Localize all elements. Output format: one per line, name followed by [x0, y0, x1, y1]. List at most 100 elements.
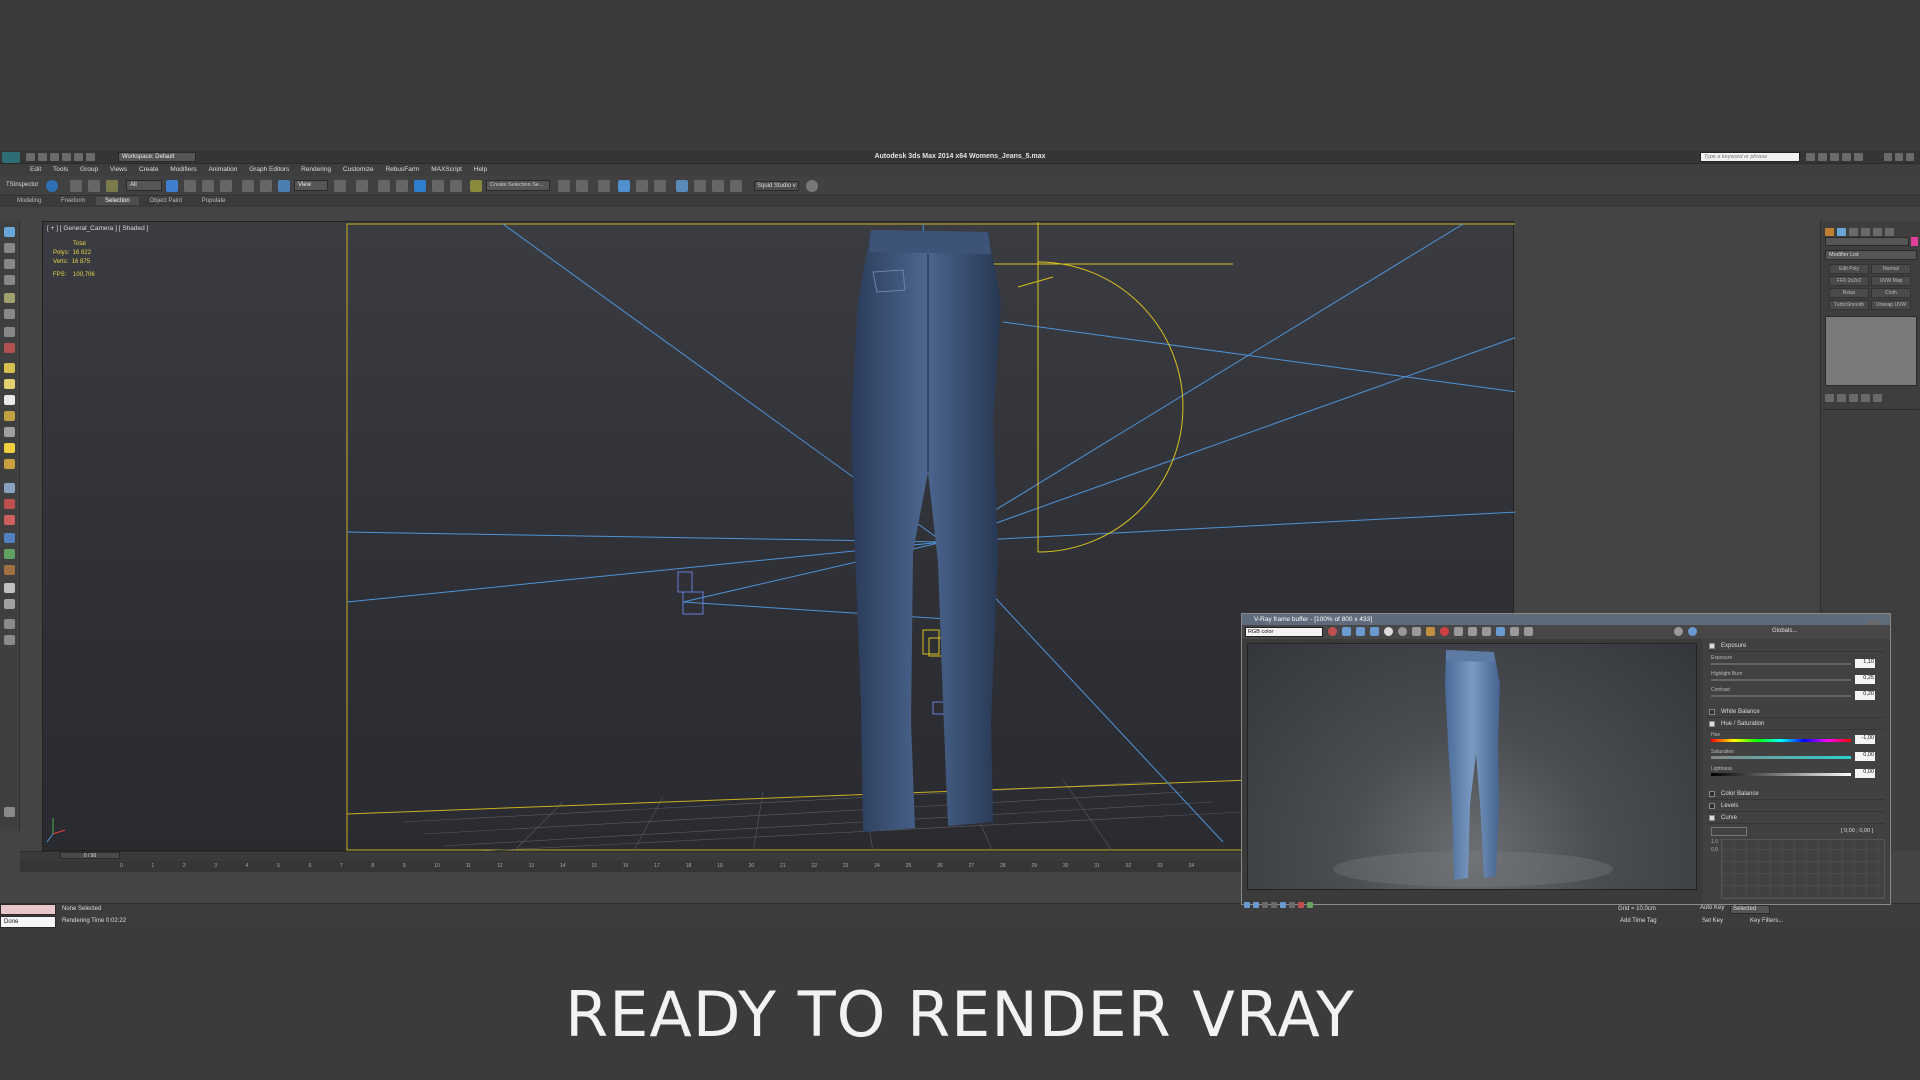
display-tab-icon[interactable] [1873, 228, 1882, 236]
modifier-turbosmooth-button[interactable]: TurboSmooth [1829, 300, 1869, 310]
tab-selection[interactable]: Selection [96, 197, 139, 205]
favorites-icon[interactable] [1842, 153, 1851, 161]
menu-modifiers[interactable]: Modifiers [170, 164, 196, 173]
align-icon[interactable] [576, 180, 588, 192]
save-image-icon[interactable] [1398, 627, 1407, 636]
select-object-icon[interactable] [166, 180, 178, 192]
vfb-balance-icon[interactable] [1307, 902, 1313, 908]
tab-modeling[interactable]: Modeling [8, 197, 50, 205]
white-balance-section[interactable]: White Balance [1707, 707, 1885, 718]
minimize-icon[interactable] [1884, 153, 1892, 161]
set-key-button[interactable]: Set Key [1702, 918, 1723, 924]
pixel-info-icon[interactable] [1510, 627, 1519, 636]
menu-rebusfarm[interactable]: RebusFarm [385, 164, 419, 173]
pyramid-icon[interactable] [4, 427, 15, 437]
search-icon[interactable] [1806, 153, 1815, 161]
menu-graph-editors[interactable]: Graph Editors [249, 164, 289, 173]
grid-icon[interactable] [4, 599, 15, 609]
modifier-normal-button[interactable]: Normal [1871, 264, 1911, 274]
green-channel-icon[interactable] [1342, 627, 1351, 636]
load-image-icon[interactable] [1412, 627, 1421, 636]
camera-icon[interactable] [4, 583, 15, 593]
show-end-result-icon[interactable] [1837, 394, 1846, 402]
curve-tools[interactable] [1711, 827, 1747, 836]
tab-populate[interactable]: Populate [193, 197, 235, 205]
refresh-icon[interactable] [806, 180, 818, 192]
teapot-icon[interactable] [4, 459, 15, 469]
pin-stack-icon[interactable] [1825, 394, 1834, 402]
modifier-stack[interactable] [1825, 316, 1917, 386]
eye-icon[interactable] [1688, 627, 1697, 636]
lens-effects-icon[interactable] [1496, 627, 1505, 636]
link-icon[interactable] [70, 180, 82, 192]
color-balance-section[interactable]: Color Balance [1707, 789, 1885, 800]
make-unique-icon[interactable] [1849, 394, 1858, 402]
display-icon[interactable] [4, 293, 15, 303]
hierarchy-tab-icon[interactable] [1849, 228, 1858, 236]
compare-icon[interactable] [1524, 627, 1533, 636]
modifier-ffd-button[interactable]: FFD 2x2x2 [1829, 276, 1869, 286]
menu-group[interactable]: Group [80, 164, 98, 173]
remove-modifier-icon[interactable] [1861, 394, 1870, 402]
vfb-curves-icon[interactable] [1280, 902, 1286, 908]
clear-image-icon[interactable] [1482, 627, 1491, 636]
modifier-relax-button[interactable]: Relax [1829, 288, 1869, 298]
help-circle-icon[interactable] [4, 635, 15, 645]
levels-section[interactable]: Levels [1707, 801, 1885, 812]
maxscript-listener-field[interactable] [0, 904, 56, 915]
scale-icon[interactable] [278, 180, 290, 192]
move-icon[interactable] [242, 180, 254, 192]
snaps-toggle-icon[interactable] [396, 180, 408, 192]
highlight-burn-slider[interactable] [1711, 679, 1851, 681]
curve-graph[interactable] [1721, 839, 1885, 899]
create-tab-icon[interactable] [1825, 228, 1834, 236]
modifier-edit-poly-button[interactable]: Edit Poly [1829, 264, 1869, 274]
hue-value[interactable]: -1,00 [1855, 735, 1875, 744]
mono-icon[interactable] [1384, 627, 1393, 636]
light-icon[interactable] [4, 443, 15, 453]
reference-coord-dropdown[interactable]: View [294, 180, 328, 191]
modifier-cloth-button[interactable]: Cloth [1871, 288, 1911, 298]
sphere-icon[interactable] [4, 343, 15, 353]
menu-create[interactable]: Create [139, 164, 159, 173]
render-dot-icon[interactable] [1440, 627, 1449, 636]
auto-key-button[interactable]: Auto Key [1700, 905, 1724, 911]
utilities-icon[interactable] [4, 309, 15, 319]
named-selection-dropdown[interactable]: Create Selection Se... [486, 180, 550, 191]
helper-icon[interactable] [4, 499, 15, 509]
edit-named-selection-icon[interactable] [470, 180, 482, 192]
lightness-slider[interactable] [1711, 773, 1851, 776]
expand-arrow-icon[interactable] [4, 807, 15, 817]
communication-icon[interactable] [1830, 153, 1839, 161]
layer-manager-icon[interactable] [598, 180, 610, 192]
menu-animation[interactable]: Animation [208, 164, 237, 173]
layers-icon[interactable] [4, 619, 15, 629]
lightness-value[interactable]: 0,00 [1855, 769, 1875, 778]
menu-tools[interactable]: Tools [53, 164, 68, 173]
subscription-icon[interactable] [1818, 153, 1827, 161]
configure-sets-icon[interactable] [1873, 394, 1882, 402]
wave-icon[interactable] [4, 483, 15, 493]
copy-to-max-icon[interactable] [1426, 627, 1435, 636]
help-icon[interactable] [1854, 153, 1863, 161]
modify-icon[interactable] [4, 243, 15, 253]
vfb-history-icon[interactable] [1244, 902, 1250, 908]
time-slider[interactable]: 0 / 50 [60, 852, 120, 859]
rendered-frame-window-icon[interactable] [712, 180, 724, 192]
tab-freeform[interactable]: Freeform [52, 197, 94, 205]
blue-channel-icon[interactable] [1356, 627, 1365, 636]
contrast-value[interactable]: 0,20 [1855, 691, 1875, 700]
track-mouse-icon[interactable] [1468, 627, 1477, 636]
curve-section[interactable]: Curve [1707, 813, 1885, 824]
modify-tab-icon[interactable] [1837, 228, 1846, 236]
exposure-section[interactable]: Exposure [1707, 641, 1885, 652]
menu-views[interactable]: Views [110, 164, 127, 173]
track-bar[interactable]: 0 1 2 3 4 5 6 7 8 9 10 11 12 13 14 15 16 17 18 19 20 21 22 23 24… [20, 861, 1245, 872]
particle-icon[interactable] [4, 565, 15, 575]
rendered-image[interactable] [1247, 643, 1697, 890]
key-mode-dropdown[interactable]: Selected [1730, 905, 1770, 914]
vfb-lut-icon[interactable] [1253, 902, 1259, 908]
highlight-burn-value[interactable]: 0,25 [1855, 675, 1875, 684]
graphite-toggle-icon[interactable] [618, 180, 630, 192]
red-channel-icon[interactable] [1328, 627, 1337, 636]
